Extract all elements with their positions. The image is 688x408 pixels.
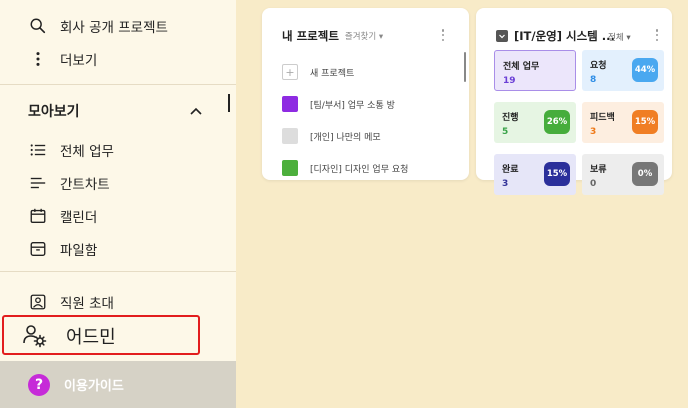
card-title: [IT/운영] 시스템 ... — [514, 29, 615, 43]
my-projects-card: 내 프로젝트 즐겨찾기 ▾ + 새 프로젝트 [팀/부서] 업무 소통 방 [개인] … — [262, 8, 469, 180]
divider — [0, 84, 236, 85]
sidebar-item-label: 파일함 — [60, 243, 98, 259]
status-tile-done[interactable]: 완료 3 15% — [494, 154, 576, 195]
sidebar-item-gantt[interactable]: 간트차트 — [28, 171, 110, 195]
project-list: + 새 프로젝트 [팀/부서] 업무 소통 방 [개인] 나만의 메모 [디자인] 디자… — [282, 56, 462, 188]
project-name: 새 프로젝트 — [310, 68, 355, 79]
sidebar-item-label: 회사 공개 프로젝트 — [60, 20, 168, 36]
sidebar-item-invite[interactable]: 직원 초대 — [28, 290, 114, 314]
chevron-up-icon[interactable] — [188, 104, 204, 118]
sidebar-item-admin[interactable]: 어드민 — [22, 322, 116, 350]
more-vertical-icon[interactable] — [438, 28, 448, 42]
more-vertical-icon — [28, 49, 48, 69]
guide-label: 이용가이드 — [64, 379, 124, 394]
sidebar-item-label: 직원 초대 — [60, 296, 114, 312]
question-icon: ? — [28, 373, 50, 396]
plus-icon: + — [282, 64, 298, 80]
card-header: [IT/운영] 시스템 ... — [496, 28, 615, 44]
project-name: [개인] 나만의 메모 — [310, 132, 381, 143]
sidebar-item-label: 간트차트 — [60, 177, 110, 193]
image-user-icon — [28, 292, 48, 312]
project-color-swatch — [282, 160, 298, 176]
project-status-card: [IT/운영] 시스템 ... 전체 ▾ 전체 업무 19 요청 8 44% 진행 5 26%… — [476, 8, 672, 195]
filter-dropdown[interactable]: 전체 ▾ — [608, 31, 631, 43]
project-color-swatch — [282, 96, 298, 112]
status-percent-badge: 15% — [544, 162, 570, 186]
calendar-icon — [28, 206, 48, 226]
status-tile-request[interactable]: 요청 8 44% — [582, 50, 664, 91]
status-count: 19 — [503, 76, 516, 86]
admin-label: 어드민 — [66, 327, 116, 348]
sidebar-item-label: 전체 업무 — [60, 144, 114, 160]
search-icon — [28, 16, 48, 36]
sidebar-item-all-tasks[interactable]: 전체 업무 — [28, 138, 114, 162]
gantt-icon — [28, 173, 48, 193]
status-percent-badge: 26% — [544, 110, 570, 134]
archive-icon — [28, 239, 48, 259]
divider — [0, 271, 236, 272]
status-tile-hold[interactable]: 보류 0 0% — [582, 154, 664, 195]
project-item[interactable]: [IT/운영] 시스템 운영 프로젝트 — [282, 184, 462, 188]
project-item[interactable]: [팀/부서] 업무 소통 방 — [282, 88, 462, 120]
sidebar-item-more[interactable]: 더보기 — [28, 47, 97, 71]
card-title: 내 프로젝트 — [282, 29, 339, 43]
new-project-button[interactable]: + 새 프로젝트 — [282, 56, 462, 88]
list-icon — [28, 140, 48, 160]
project-name: [디자인] 디자인 업무 요청 — [310, 164, 409, 175]
status-tile-feedback[interactable]: 피드백 3 15% — [582, 102, 664, 143]
sidebar-item-label: 더보기 — [60, 53, 98, 69]
sidebar-scrollbar[interactable] — [228, 94, 230, 112]
project-color-swatch — [282, 128, 298, 144]
status-label: 전체 업무 — [503, 62, 540, 72]
project-name: [팀/부서] 업무 소통 방 — [310, 100, 395, 111]
card-header: 내 프로젝트 즐겨찾기 ▾ — [282, 28, 383, 44]
favorites-dropdown[interactable]: 즐겨찾기 ▾ — [345, 30, 383, 42]
checkbox-icon — [496, 30, 508, 42]
status-tile-progress[interactable]: 진행 5 26% — [494, 102, 576, 143]
sidebar-item-files[interactable]: 파일함 — [28, 237, 97, 261]
project-item[interactable]: [개인] 나만의 메모 — [282, 120, 462, 152]
status-tile-all[interactable]: 전체 업무 19 — [494, 50, 576, 91]
user-gear-icon — [23, 325, 47, 348]
sidebar-item-label: 캘린더 — [60, 210, 98, 226]
status-percent-badge: 44% — [632, 58, 658, 82]
section-title-views: 모아보기 — [28, 104, 80, 120]
more-vertical-icon[interactable] — [652, 28, 662, 42]
card-scrollbar[interactable] — [464, 52, 466, 82]
status-percent-badge: 15% — [632, 110, 658, 134]
sidebar-item-calendar[interactable]: 캘린더 — [28, 204, 97, 228]
sidebar-item-public-projects[interactable]: 회사 공개 프로젝트 — [28, 14, 168, 38]
status-percent-badge: 0% — [632, 162, 658, 186]
project-item[interactable]: [디자인] 디자인 업무 요청 — [282, 152, 462, 184]
guide-button[interactable]: ? 이용가이드 — [0, 361, 236, 408]
sidebar: 회사 공개 프로젝트 더보기 모아보기 전체 업무 간트차트 캘린더 파일함 직… — [0, 0, 236, 408]
